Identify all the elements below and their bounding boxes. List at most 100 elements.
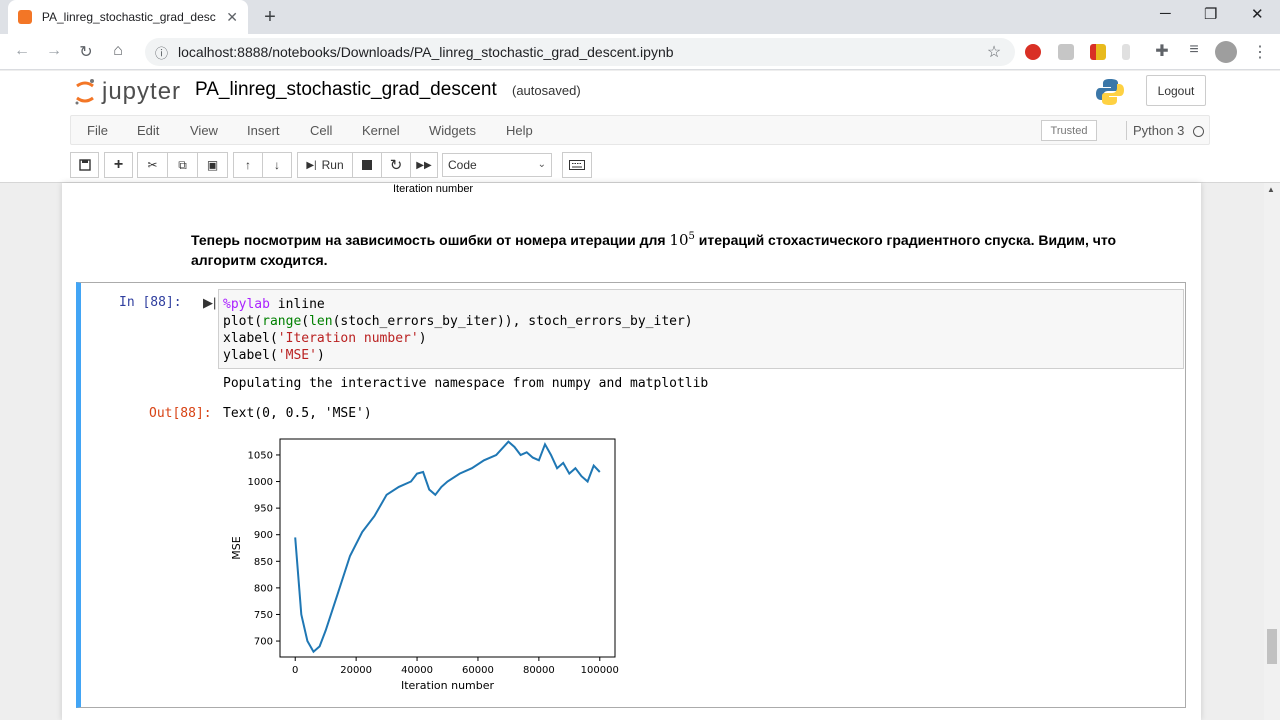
paste-button[interactable]: ▣: [197, 152, 228, 178]
browser-menu-icon[interactable]: ⋮: [1250, 42, 1270, 62]
restart-icon: ↻: [389, 157, 403, 174]
math-expression: 105: [669, 231, 694, 249]
restart-button[interactable]: ↻: [381, 152, 411, 178]
jupyter-logo-icon: [75, 79, 94, 105]
copy-button[interactable]: ⧉: [167, 152, 198, 178]
extension-icon[interactable]: [1025, 44, 1041, 60]
command-palette-button[interactable]: [562, 152, 592, 178]
run-button[interactable]: ▶| Run: [297, 152, 353, 178]
browser-tab[interactable]: PA_linreg_stochastic_grad_descent ✕: [8, 0, 248, 34]
markdown-text-before: Теперь посмотрим на зависимость ошибки о…: [191, 232, 670, 248]
code-token: len: [309, 314, 333, 329]
back-icon[interactable]: ←: [12, 42, 32, 60]
chevron-down-icon: ⌄: [537, 159, 546, 170]
tab-close-icon[interactable]: ✕: [226, 9, 238, 26]
menu-view[interactable]: View: [190, 123, 218, 138]
y-tick-label: 850: [254, 557, 273, 568]
url-field[interactable]: ⓘ localhost:8888/notebooks/Downloads/PA_…: [145, 38, 1015, 66]
save-button[interactable]: [70, 152, 99, 178]
fast-forward-icon: ▶▶: [416, 159, 432, 171]
profile-avatar[interactable]: [1215, 41, 1237, 63]
site-info-icon[interactable]: ⓘ: [155, 43, 168, 62]
restore-icon[interactable]: ❐: [1204, 5, 1217, 23]
menu-bar: File Edit View Insert Cell Kernel Widget…: [70, 115, 1210, 145]
scrollbar-thumb[interactable]: [1267, 629, 1277, 664]
cell-type-value: Code: [448, 158, 477, 172]
menu-edit[interactable]: Edit: [137, 123, 159, 138]
jupyter-favicon-icon: [18, 10, 32, 24]
copy-icon: ⧉: [178, 157, 187, 172]
move-up-button[interactable]: ↑: [233, 152, 263, 178]
kernel-divider: [1126, 121, 1127, 140]
code-cell-selected[interactable]: In [88]: ▶| %pylab inline plot(range(len…: [76, 282, 1186, 708]
y-tick-label: 1050: [248, 450, 273, 461]
menu-file[interactable]: File: [87, 123, 108, 138]
code-token: plot(: [223, 314, 263, 329]
menu-kernel[interactable]: Kernel: [362, 123, 400, 138]
previous-plot-xlabel: Iteration number: [393, 183, 474, 195]
reading-list-icon[interactable]: ≡: [1184, 41, 1204, 59]
code-line: ylabel('MSE'): [223, 347, 1179, 364]
move-down-button[interactable]: ↓: [262, 152, 292, 178]
y-tick-label: 750: [254, 610, 273, 621]
code-token: range: [262, 314, 302, 329]
minimize-icon[interactable]: ─: [1160, 5, 1171, 22]
logout-button[interactable]: Logout: [1146, 75, 1206, 106]
jupyter-logo-text: jupyter: [102, 78, 182, 105]
trusted-badge[interactable]: Trusted: [1041, 120, 1097, 141]
x-tick-label: 80000: [523, 665, 555, 676]
extensions-puzzle-icon[interactable]: ✚: [1152, 41, 1172, 61]
code-token: ylabel(: [223, 348, 278, 363]
keyboard-icon: [569, 160, 585, 170]
bookmark-star-icon[interactable]: ☆: [984, 42, 1004, 62]
jupyter-logo[interactable]: jupyter: [74, 78, 181, 106]
code-line: %pylab inline: [223, 296, 1179, 313]
plus-icon: +: [113, 156, 124, 173]
extension-icon[interactable]: [1058, 44, 1074, 60]
menu-help[interactable]: Help: [506, 123, 533, 138]
extension-icon[interactable]: [1122, 44, 1130, 60]
vertical-scrollbar[interactable]: ▲: [1264, 183, 1280, 720]
kernel-name[interactable]: Python 3: [1133, 123, 1184, 138]
stop-icon: [362, 160, 372, 170]
notebook-name[interactable]: PA_linreg_stochastic_grad_descent: [195, 79, 497, 101]
cut-button[interactable]: ✂: [137, 152, 168, 178]
reload-icon[interactable]: ↻: [76, 42, 96, 62]
scissors-icon: ✂: [147, 158, 158, 172]
new-tab-button[interactable]: +: [258, 6, 282, 28]
menu-insert[interactable]: Insert: [247, 123, 280, 138]
run-cell-icon[interactable]: ▶|: [203, 295, 216, 311]
step-forward-icon: ▶|: [306, 159, 317, 171]
code-token: (: [301, 314, 310, 329]
code-token: ): [418, 331, 427, 346]
url-text: localhost:8888/notebooks/Downloads/PA_li…: [178, 44, 674, 60]
input-prompt: In [88]:: [119, 295, 182, 310]
cell-type-select[interactable]: Code ⌄: [442, 153, 552, 177]
code-token: xlabel(: [223, 331, 278, 346]
close-window-icon[interactable]: ✕: [1251, 5, 1264, 23]
home-icon[interactable]: ⌂: [108, 42, 128, 60]
scroll-up-arrow-icon[interactable]: ▲: [1267, 185, 1275, 194]
restart-run-all-button[interactable]: ▶▶: [410, 152, 438, 178]
code-editor[interactable]: %pylab inline plot(range(len(stoch_error…: [218, 289, 1184, 369]
output-text: Text(0, 0.5, 'MSE'): [223, 406, 372, 421]
add-cell-button[interactable]: +: [104, 152, 133, 178]
code-token: ): [316, 348, 325, 363]
address-bar-row: ← → ↻ ⌂ ⓘ localhost:8888/notebooks/Downl…: [0, 34, 1280, 70]
y-tick-label: 1000: [248, 477, 273, 488]
markdown-cell[interactable]: Теперь посмотрим на зависимость ошибки о…: [191, 227, 1131, 270]
code-line: plot(range(len(stoch_errors_by_iter)), s…: [223, 313, 1179, 330]
menu-cell[interactable]: Cell: [310, 123, 332, 138]
x-tick-label: 100000: [581, 665, 619, 676]
mse-line-chart: 0 20000 40000 60000 80000 100000 700 750 800 850 9…: [230, 438, 619, 692]
output-prompt: Out[88]:: [149, 406, 212, 421]
math-base: 10: [669, 231, 689, 249]
notebook-area: Iteration number Теперь посмотрим на зав…: [0, 183, 1264, 720]
forward-icon[interactable]: →: [44, 42, 64, 60]
interrupt-button[interactable]: [352, 152, 382, 178]
notebook-page: Iteration number Теперь посмотрим на зав…: [62, 183, 1201, 720]
y-axis-label: MSE: [230, 536, 243, 559]
menu-widgets[interactable]: Widgets: [429, 123, 476, 138]
y-tick-label: 800: [254, 583, 273, 594]
extension-icon[interactable]: [1090, 44, 1106, 60]
